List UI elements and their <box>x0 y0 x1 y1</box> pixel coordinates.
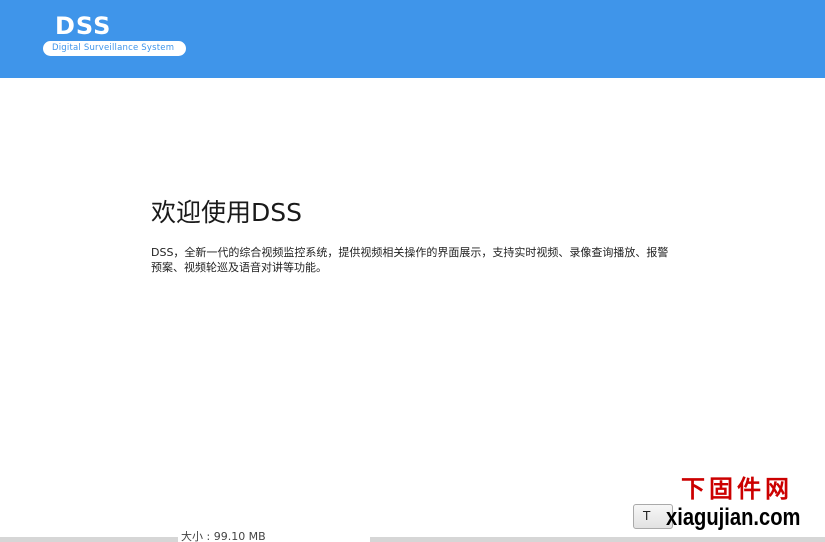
watermark-chinese: 下固件网 <box>681 475 793 503</box>
download-size-text: 大小 : 99.10 MB <box>181 531 266 542</box>
top-banner: DSS Digital Surveillance System <box>0 0 825 78</box>
download-bar-segment-left <box>0 537 178 542</box>
watermark-url: xiagujian.com <box>666 504 801 531</box>
dss-welcome-page: DSS Digital Surveillance System 欢迎使用DSS … <box>0 0 825 542</box>
welcome-description: DSS，全新一代的综合视频监控系统，提供视频相关操作的界面展示，支持实时视频、录… <box>151 246 669 274</box>
welcome-heading: 欢迎使用DSS <box>151 198 302 227</box>
dss-logo-subtitle: Digital Surveillance System <box>43 41 186 56</box>
dss-logo-title: DSS <box>55 12 112 40</box>
download-bar-segment-right <box>370 537 825 542</box>
